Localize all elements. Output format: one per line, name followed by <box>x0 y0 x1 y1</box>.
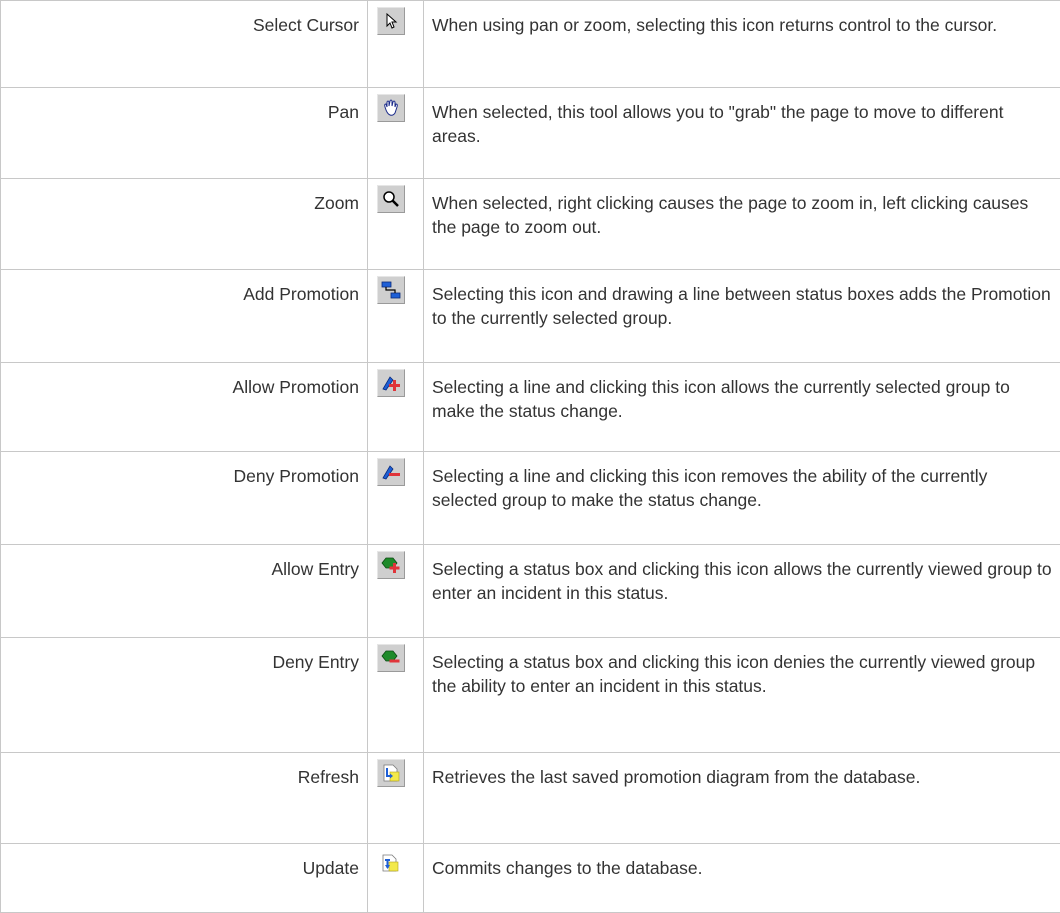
table-row: Add Promotion Selecting this icon and dr… <box>1 270 1060 363</box>
table-row: Update Commits changes to the database. <box>1 844 1060 913</box>
tool-name: Select Cursor <box>1 1 368 88</box>
zoom-magnifier-icon <box>377 185 405 213</box>
table-row: Allow Entry Selecting a status box and c… <box>1 545 1060 638</box>
deny-promotion-icon <box>377 458 405 486</box>
tool-description: Selecting a line and clicking this icon … <box>424 363 1060 452</box>
tool-description: Selecting a status box and clicking this… <box>424 545 1060 638</box>
tool-name: Add Promotion <box>1 270 368 363</box>
update-icon <box>377 850 405 878</box>
tool-name: Deny Entry <box>1 638 368 753</box>
table-row: Deny Entry Selecting a status box and cl… <box>1 638 1060 753</box>
tool-description: Commits changes to the database. <box>424 844 1060 913</box>
pan-hand-icon <box>377 94 405 122</box>
tool-description: Retrieves the last saved promotion diagr… <box>424 753 1060 844</box>
table-row: Allow Promotion Selecting a line and cli… <box>1 363 1060 452</box>
tool-name: Allow Promotion <box>1 363 368 452</box>
tool-description: Selecting a line and clicking this icon … <box>424 452 1060 545</box>
refresh-icon <box>377 759 405 787</box>
table-row: Select Cursor When using pan or zoom, se… <box>1 1 1060 88</box>
tool-name: Pan <box>1 88 368 179</box>
table-row: Zoom When selected, right clicking cause… <box>1 179 1060 270</box>
add-promotion-icon <box>377 276 405 304</box>
deny-entry-icon <box>377 644 405 672</box>
tool-description: Selecting a status box and clicking this… <box>424 638 1060 753</box>
tool-name: Update <box>1 844 368 913</box>
tool-name: Deny Promotion <box>1 452 368 545</box>
allow-promotion-icon <box>377 369 405 397</box>
table-row: Refresh Retrieves the last saved promoti… <box>1 753 1060 844</box>
tool-name: Refresh <box>1 753 368 844</box>
tool-description: Selecting this icon and drawing a line b… <box>424 270 1060 363</box>
tool-description: When selected, right clicking causes the… <box>424 179 1060 270</box>
toolbar-reference-table: Select Cursor When using pan or zoom, se… <box>0 0 1060 913</box>
select-cursor-icon <box>377 7 405 35</box>
tool-name: Zoom <box>1 179 368 270</box>
tool-description: When selected, this tool allows you to "… <box>424 88 1060 179</box>
tool-name: Allow Entry <box>1 545 368 638</box>
allow-entry-icon <box>377 551 405 579</box>
table-row: Deny Promotion Selecting a line and clic… <box>1 452 1060 545</box>
tool-description: When using pan or zoom, selecting this i… <box>424 1 1060 88</box>
table-row: Pan When selected, this tool allows you … <box>1 88 1060 179</box>
